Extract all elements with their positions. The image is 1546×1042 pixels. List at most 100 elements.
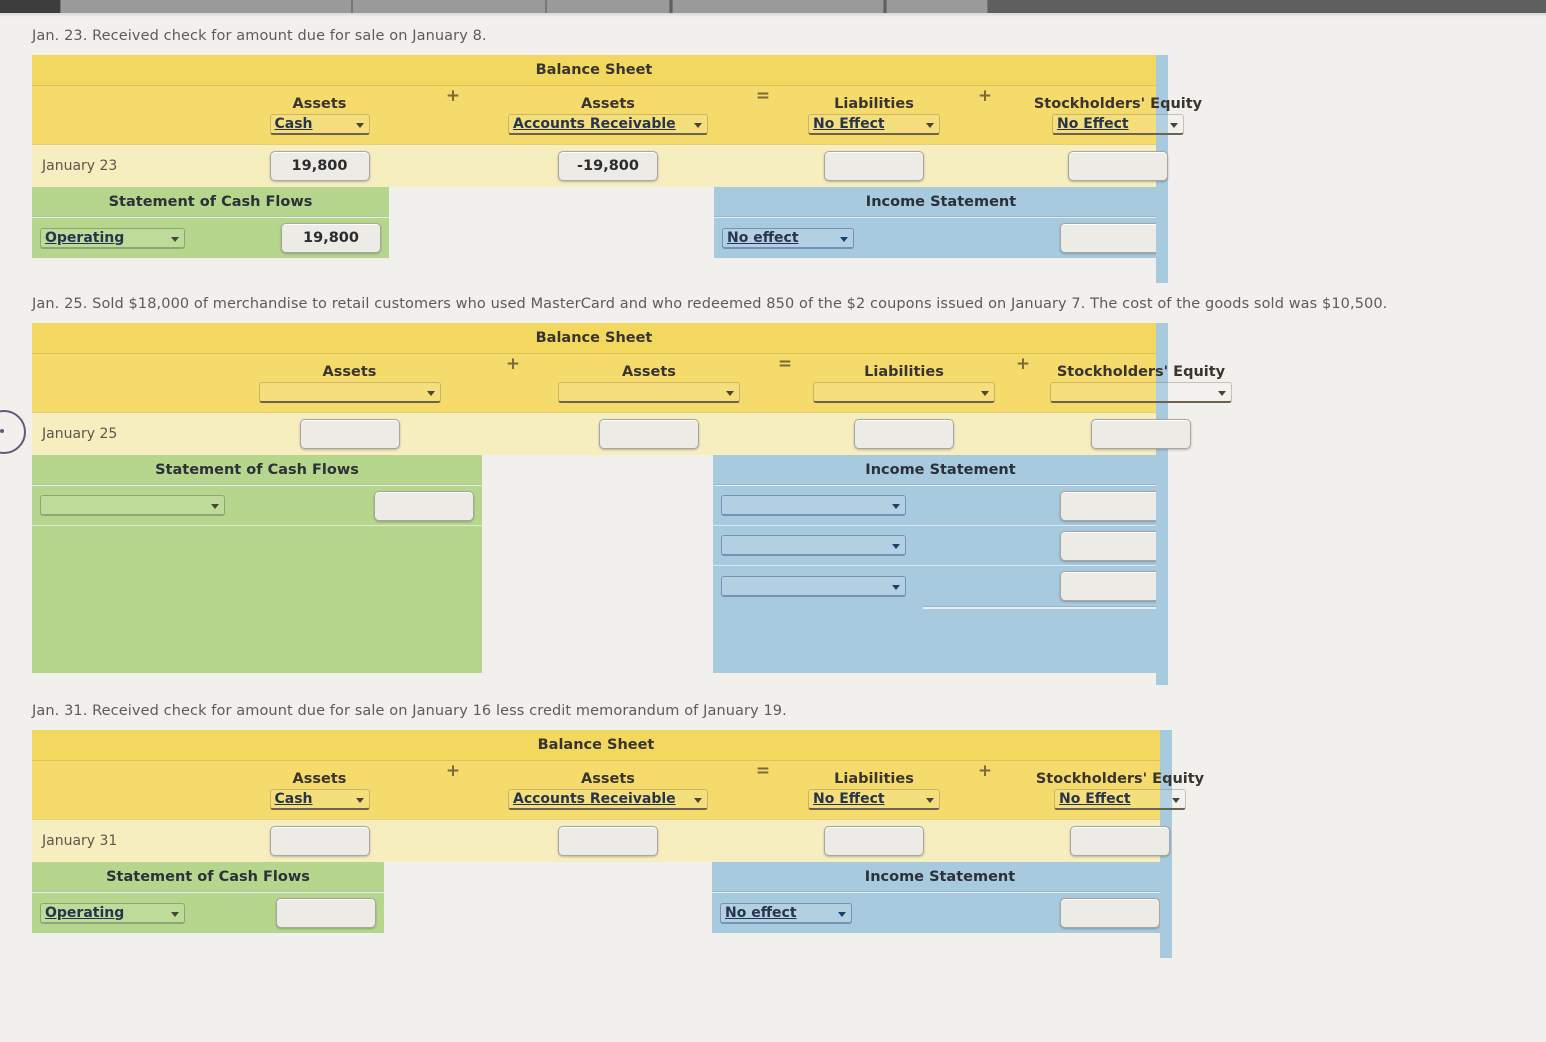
account-select-liabilities[interactable]: No Effect xyxy=(808,114,940,135)
amount-input-assets-2[interactable] xyxy=(599,419,699,449)
income-statement-amount-input[interactable] xyxy=(1060,571,1160,601)
pane-gap xyxy=(482,455,713,673)
balance-sheet-header-row: Assets + Assets = Liabilities + Stockhol… xyxy=(32,353,1232,412)
transaction-block-jan31: Balance Sheet Assets Cash + Assets Accou… xyxy=(32,730,1204,958)
balance-sheet-value-row: January 23 19,800 -19,800 xyxy=(32,144,1168,187)
bs-col-assets-1: Assets xyxy=(207,354,492,412)
income-statement-title: Income Statement xyxy=(865,194,1017,210)
income-statement-row xyxy=(713,526,1168,566)
browser-tab-2[interactable] xyxy=(352,0,546,13)
cash-flows-row: Operating xyxy=(32,893,384,933)
income-statement-title: Income Statement xyxy=(864,869,1016,885)
bs-col-assets-ar: Assets Accounts Receivable xyxy=(474,761,742,819)
transaction-block-jan25: Balance Sheet Assets + Assets = Liabilit… xyxy=(32,323,1232,685)
column-heading: Assets xyxy=(581,771,635,787)
account-select-accounts-receivable[interactable]: Accounts Receivable xyxy=(508,114,708,135)
bs-col-stockholders-equity: Stockholders' Equity xyxy=(1044,354,1238,412)
cash-flows-title: Statement of Cash Flows xyxy=(106,869,310,885)
column-heading: Stockholders' Equity xyxy=(1056,364,1226,380)
account-select-cash[interactable]: Cash xyxy=(269,789,370,810)
browser-tab-0[interactable] xyxy=(0,0,60,13)
lower-panes-jan23: Statement of Cash Flows Operating 19,800… xyxy=(32,187,1168,258)
amount-input-cash[interactable] xyxy=(269,826,370,856)
cash-flow-amount-input[interactable] xyxy=(276,898,376,928)
amount-input-stockholders-equity[interactable] xyxy=(1068,151,1168,181)
income-statement-panel-jan31: Income Statement No effect xyxy=(712,862,1168,933)
amount-input-accounts-receivable[interactable]: -19,800 xyxy=(558,151,658,181)
column-heading: Assets xyxy=(292,771,347,787)
operator-plus-1: + xyxy=(445,86,461,106)
cash-flow-category-select[interactable]: Operating xyxy=(40,902,185,924)
operator-equals: = xyxy=(755,761,771,781)
header-spacer xyxy=(32,761,207,819)
balance-sheet-jan25: Balance Sheet Assets + Assets = Liabilit… xyxy=(32,323,1232,455)
browser-chrome xyxy=(0,0,1546,13)
balance-sheet-header-row: Assets Cash + Assets Accounts Receivable… xyxy=(32,760,1204,819)
account-select-assets-1[interactable] xyxy=(258,382,441,403)
income-statement-amount-input[interactable] xyxy=(1060,898,1160,928)
amount-input-accounts-receivable[interactable] xyxy=(558,826,658,856)
operator-plus-1: + xyxy=(445,761,461,781)
balance-sheet-jan31: Balance Sheet Assets Cash + Assets Accou… xyxy=(32,730,1204,862)
transaction-block-jan23: Balance Sheet Assets Cash + Assets Accou… xyxy=(32,55,1202,283)
balance-sheet-value-row: January 31 xyxy=(32,819,1170,862)
income-statement-account-select[interactable] xyxy=(721,535,906,556)
bs-col-stockholders-equity: Stockholders' Equity No Effect xyxy=(1006,761,1234,819)
balance-sheet-header-row: Assets Cash + Assets Accounts Receivable… xyxy=(32,85,1202,144)
cash-flow-amount-input[interactable]: 19,800 xyxy=(281,223,381,253)
operator-equals: = xyxy=(755,86,771,106)
bs-col-assets-ar: Assets Accounts Receivable xyxy=(474,86,742,144)
cash-flows-row: Operating 19,800 xyxy=(32,218,389,258)
account-select-stockholders-equity[interactable]: No Effect xyxy=(1052,114,1184,135)
balance-sheet-title: Balance Sheet xyxy=(32,730,1160,760)
income-statement-amount-input[interactable] xyxy=(1060,223,1160,253)
account-select-assets-2[interactable] xyxy=(558,382,740,403)
cash-flow-category-select[interactable] xyxy=(40,495,225,516)
lower-panes-jan25: Statement of Cash Flows Income Statement xyxy=(32,455,1168,673)
browser-tab-1[interactable] xyxy=(60,0,352,13)
cash-flow-amount-input[interactable] xyxy=(374,490,474,521)
amount-input-stockholders-equity[interactable] xyxy=(1091,419,1191,449)
account-select-liabilities[interactable]: No Effect xyxy=(808,789,940,810)
header-spacer xyxy=(32,354,207,412)
balance-sheet-jan23: Balance Sheet Assets Cash + Assets Accou… xyxy=(32,55,1202,187)
account-select-liabilities[interactable] xyxy=(813,382,995,403)
browser-tab-5[interactable] xyxy=(886,0,988,13)
amount-input-stockholders-equity[interactable] xyxy=(1070,826,1170,856)
amount-input-liabilities[interactable] xyxy=(854,419,954,449)
cash-flow-category-select[interactable]: Operating xyxy=(40,227,185,249)
bs-col-assets-cash: Assets Cash xyxy=(207,761,432,819)
income-statement-account-select[interactable]: No effect xyxy=(720,902,852,924)
income-statement-title: Income Statement xyxy=(865,462,1016,478)
operator-plus-2: + xyxy=(977,86,993,106)
column-heading: Assets xyxy=(581,96,635,112)
worksheet-page: Jan. 23. Received check for amount due f… xyxy=(0,17,1546,1042)
income-statement-account-select[interactable] xyxy=(721,575,906,597)
income-statement-amount-input[interactable] xyxy=(1060,530,1160,561)
row-date-label: January 31 xyxy=(42,833,118,849)
operator-equals: = xyxy=(777,354,793,374)
lower-panes-jan31: Statement of Cash Flows Operating Income… xyxy=(32,862,1172,933)
account-select-stockholders-equity[interactable] xyxy=(1050,382,1232,403)
account-select-stockholders-equity[interactable]: No Effect xyxy=(1054,789,1186,810)
balance-sheet-title: Balance Sheet xyxy=(32,55,1156,85)
bs-col-liabilities: Liabilities No Effect xyxy=(784,86,964,144)
amount-input-liabilities[interactable] xyxy=(824,826,924,856)
amount-input-cash[interactable]: 19,800 xyxy=(269,151,370,181)
column-heading: Assets xyxy=(322,364,377,380)
browser-tab-4[interactable] xyxy=(672,0,884,13)
cash-flows-panel-jan23: Statement of Cash Flows Operating 19,800 xyxy=(32,187,389,258)
account-select-accounts-receivable[interactable]: Accounts Receivable xyxy=(508,789,708,810)
browser-tab-3[interactable] xyxy=(546,0,670,13)
operator-plus-2: + xyxy=(977,761,993,781)
pane-gap xyxy=(384,862,712,933)
account-select-cash[interactable]: Cash xyxy=(269,114,370,135)
income-statement-amount-input[interactable] xyxy=(1060,490,1160,521)
operator-plus-2: + xyxy=(1015,354,1031,374)
amount-input-assets-1[interactable] xyxy=(299,419,400,449)
amount-input-liabilities[interactable] xyxy=(824,151,924,181)
income-statement-row: No effect xyxy=(712,893,1168,933)
income-statement-account-select[interactable]: No effect xyxy=(722,227,854,249)
bs-col-liabilities: Liabilities xyxy=(806,354,1002,412)
income-statement-account-select[interactable] xyxy=(721,495,906,516)
